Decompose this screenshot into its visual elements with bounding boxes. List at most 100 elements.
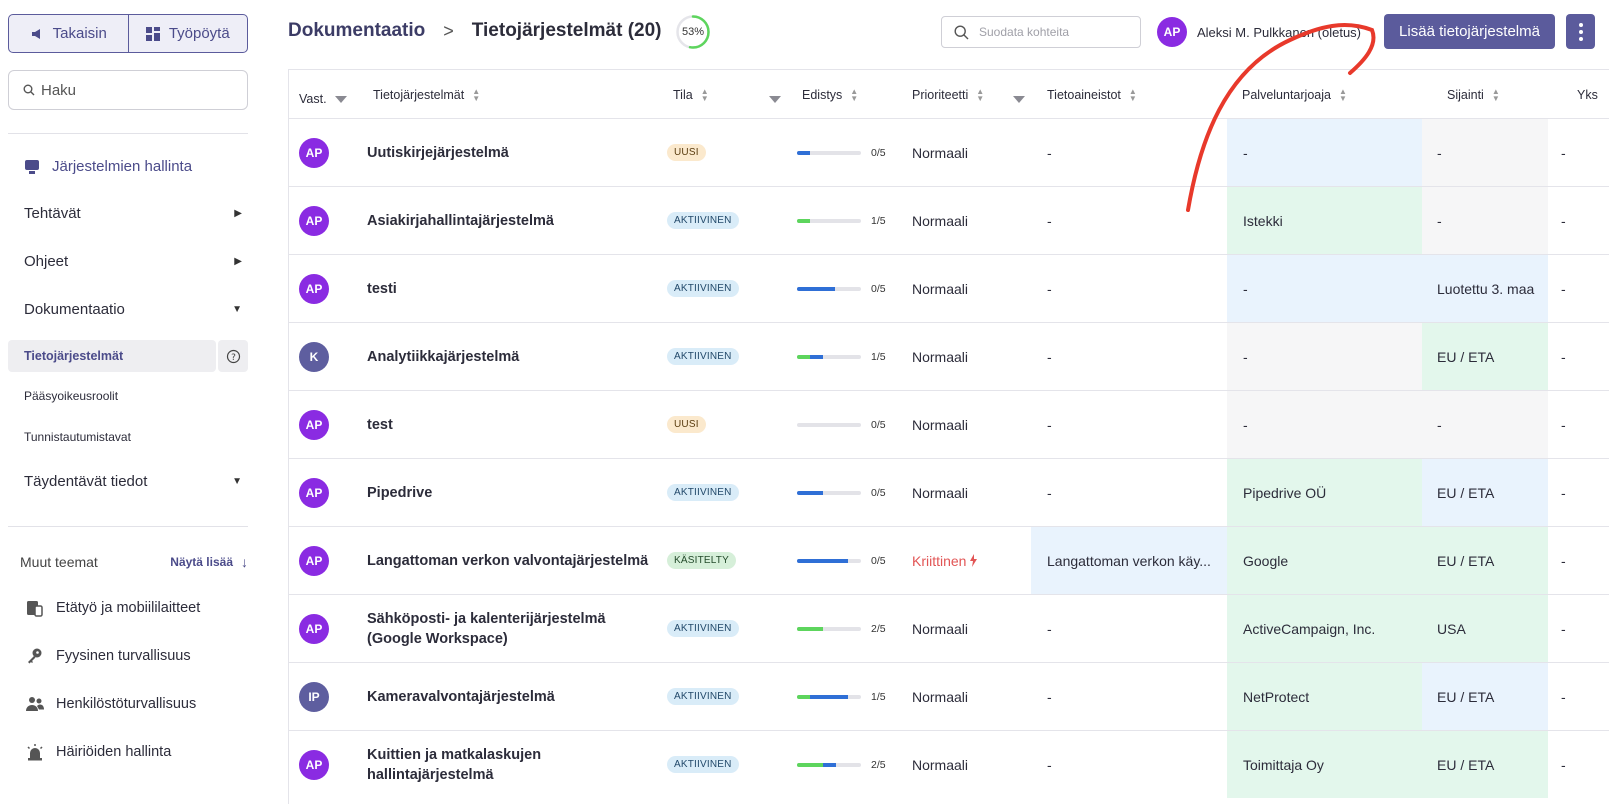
provider-cell[interactable]: - — [1227, 323, 1422, 390]
sidebar-subitem-access-roles[interactable]: Pääsyoikeusroolit — [24, 389, 118, 403]
sidebar-subitem-auth-methods[interactable]: Tunnistautumistavat — [24, 430, 131, 444]
filter-box[interactable]: Suodata kohteita — [941, 16, 1141, 48]
avatar[interactable]: AP — [299, 545, 329, 576]
datasets-cell[interactable]: - — [1031, 119, 1227, 186]
sidebar-item-tasks[interactable]: Tehtävät ▶ — [24, 205, 248, 222]
desktop-button[interactable]: Työpöytä — [127, 15, 248, 52]
table-row[interactable]: AP test UUSI 0/5 Normaali - - - - — [289, 390, 1609, 458]
provider-cell[interactable]: Istekki — [1227, 187, 1422, 254]
location-cell[interactable]: EU / ETA — [1422, 527, 1548, 594]
search-input[interactable]: Haku — [41, 82, 76, 99]
datasets-cell[interactable]: - — [1031, 255, 1227, 322]
breadcrumb-parent[interactable]: Dokumentaatio — [288, 20, 425, 42]
system-name[interactable]: test — [367, 391, 657, 458]
location-cell[interactable]: EU / ETA — [1422, 731, 1548, 798]
provider-cell[interactable]: - — [1227, 119, 1422, 186]
system-name[interactable]: Uutiskirjejärjestelmä — [367, 119, 657, 186]
datasets-cell[interactable]: - — [1031, 323, 1227, 390]
column-header-systems[interactable]: Tietojärjestelmät ▲ ▼ — [373, 70, 480, 120]
filter-input[interactable]: Suodata kohteita — [979, 25, 1069, 39]
datasets-cell[interactable]: - — [1031, 391, 1227, 458]
sidebar-item-supplementary[interactable]: Täydentävät tiedot ▼ — [24, 473, 248, 490]
system-name[interactable]: Pipedrive — [367, 459, 657, 526]
provider-cell[interactable]: NetProtect — [1227, 663, 1422, 730]
sidebar-subitem-systems[interactable]: Tietojärjestelmät — [8, 340, 216, 372]
sidebar-item-system-management[interactable]: Järjestelmien hallinta — [24, 158, 192, 175]
table-row[interactable]: AP Langattoman verkon valvontajärjestelmä… — [289, 526, 1609, 594]
provider-cell[interactable]: - — [1227, 255, 1422, 322]
column-header-location[interactable]: Sijainti ▲ ▼ — [1447, 70, 1500, 120]
column-filter-status[interactable] — [769, 74, 781, 124]
avatar[interactable]: AP — [299, 205, 329, 236]
location-cell[interactable]: - — [1422, 187, 1548, 254]
system-name[interactable]: testi — [367, 255, 657, 322]
column-header-unit[interactable]: Yks — [1577, 70, 1598, 120]
theme-item-remote-work[interactable]: Etätyö ja mobiililaitteet — [26, 599, 200, 617]
location-cell[interactable]: EU / ETA — [1422, 459, 1548, 526]
location-cell[interactable]: EU / ETA — [1422, 323, 1548, 390]
system-name[interactable]: Analytiikkajärjestelmä — [367, 323, 657, 390]
avatar[interactable]: AP — [299, 409, 329, 440]
column-header-priority[interactable]: Prioriteetti ▲ ▼ — [912, 70, 984, 120]
table-row[interactable]: AP Pipedrive AKTIIVINEN 0/5 Normaali - Pipedri… — [289, 458, 1609, 526]
location-cell[interactable]: EU / ETA — [1422, 663, 1548, 730]
table-row[interactable]: AP Sähköposti- ja kalenterijärjestelmä (G… — [289, 594, 1609, 662]
sidebar-item-guides[interactable]: Ohjeet ▶ — [24, 253, 248, 270]
column-header-owner[interactable]: Vast. — [299, 74, 347, 124]
add-system-button[interactable]: Lisää tietojärjestelmä — [1384, 14, 1555, 49]
filter-icon[interactable] — [334, 95, 347, 103]
provider-cell[interactable]: - — [1227, 391, 1422, 458]
provider-cell[interactable]: Toimittaja Oy — [1227, 731, 1422, 798]
theme-item-physical-security[interactable]: Fyysinen turvallisuus — [26, 647, 191, 665]
completion-percent: 53% — [681, 26, 705, 38]
column-header-datasets[interactable]: Tietoaineistot ▲ ▼ — [1047, 70, 1137, 120]
system-name[interactable]: Kameravalvontajärjestelmä — [367, 663, 657, 730]
system-name[interactable]: Sähköposti- ja kalenterijärjestelmä (Goo… — [367, 595, 657, 662]
datasets-cell[interactable]: Langattoman verkon käy... — [1031, 527, 1227, 594]
user-menu[interactable]: AP Aleksi M. Pulkkanen (oletus) — [1157, 17, 1361, 47]
table-row[interactable]: AP Uutiskirjejärjestelmä UUSI 0/5 Normaali - -… — [289, 118, 1609, 186]
column-header-provider[interactable]: Palveluntarjoaja ▲ ▼ — [1242, 70, 1347, 120]
datasets-cell[interactable]: - — [1031, 595, 1227, 662]
avatar[interactable]: K — [299, 341, 329, 372]
avatar[interactable]: AP — [299, 137, 329, 168]
system-name[interactable]: Asiakirjahallintajärjestelmä — [367, 187, 657, 254]
system-name[interactable]: Kuittien ja matkalaskujen hallintajärjes… — [367, 731, 657, 798]
provider-cell[interactable]: Pipedrive OÜ — [1227, 459, 1422, 526]
help-button[interactable]: ? — [218, 340, 248, 372]
back-button[interactable]: Takaisin — [9, 15, 128, 52]
table-row[interactable]: K Analytiikkajärjestelmä AKTIIVINEN 1/5 Norm… — [289, 322, 1609, 390]
location-cell[interactable]: USA — [1422, 595, 1548, 662]
theme-item-incident-management[interactable]: Häiriöiden hallinta — [26, 743, 171, 761]
more-options-button[interactable] — [1566, 14, 1595, 49]
datasets-cell[interactable]: - — [1031, 731, 1227, 798]
sidebar-search[interactable]: Haku — [8, 70, 248, 110]
system-name[interactable]: Langattoman verkon valvontajärjestelmä — [367, 527, 657, 594]
avatar[interactable]: IP — [299, 681, 329, 712]
table-row[interactable]: IP Kameravalvontajärjestelmä AKTIIVINEN 1/5… — [289, 662, 1609, 730]
datasets-cell[interactable]: - — [1031, 459, 1227, 526]
column-header-status[interactable]: Tila ▲ ▼ — [673, 70, 709, 120]
table-row[interactable]: AP Asiakirjahallintajärjestelmä AKTIIVINEN… — [289, 186, 1609, 254]
datasets-cell[interactable]: - — [1031, 663, 1227, 730]
table-row[interactable]: AP Kuittien ja matkalaskujen hallintajärj… — [289, 730, 1609, 798]
column-filter-priority[interactable] — [1013, 74, 1025, 124]
theme-item-personnel-security[interactable]: Henkilöstöturvallisuus — [26, 695, 196, 713]
divider — [8, 526, 248, 527]
avatar[interactable]: AP — [299, 749, 329, 780]
column-header-progress[interactable]: Edistys ▲ ▼ — [802, 70, 858, 120]
location-cell[interactable]: Luotettu 3. maa — [1422, 255, 1548, 322]
show-more-link[interactable]: Näytä lisää ↓ — [170, 554, 248, 570]
location-cell[interactable]: - — [1422, 391, 1548, 458]
sidebar-item-documentation[interactable]: Dokumentaatio ▼ — [24, 301, 248, 318]
datasets-cell[interactable]: - — [1031, 187, 1227, 254]
provider-cell[interactable]: Google — [1227, 527, 1422, 594]
location-cell[interactable]: - — [1422, 119, 1548, 186]
avatar[interactable]: AP — [299, 477, 329, 508]
table-row[interactable]: AP testi AKTIIVINEN 0/5 Normaali - - Luotettu 3… — [289, 254, 1609, 322]
progress-bar — [797, 694, 861, 699]
mobile-devices-icon — [27, 601, 43, 617]
provider-cell[interactable]: ActiveCampaign, Inc. — [1227, 595, 1422, 662]
avatar[interactable]: AP — [299, 273, 329, 304]
avatar[interactable]: AP — [299, 613, 329, 644]
